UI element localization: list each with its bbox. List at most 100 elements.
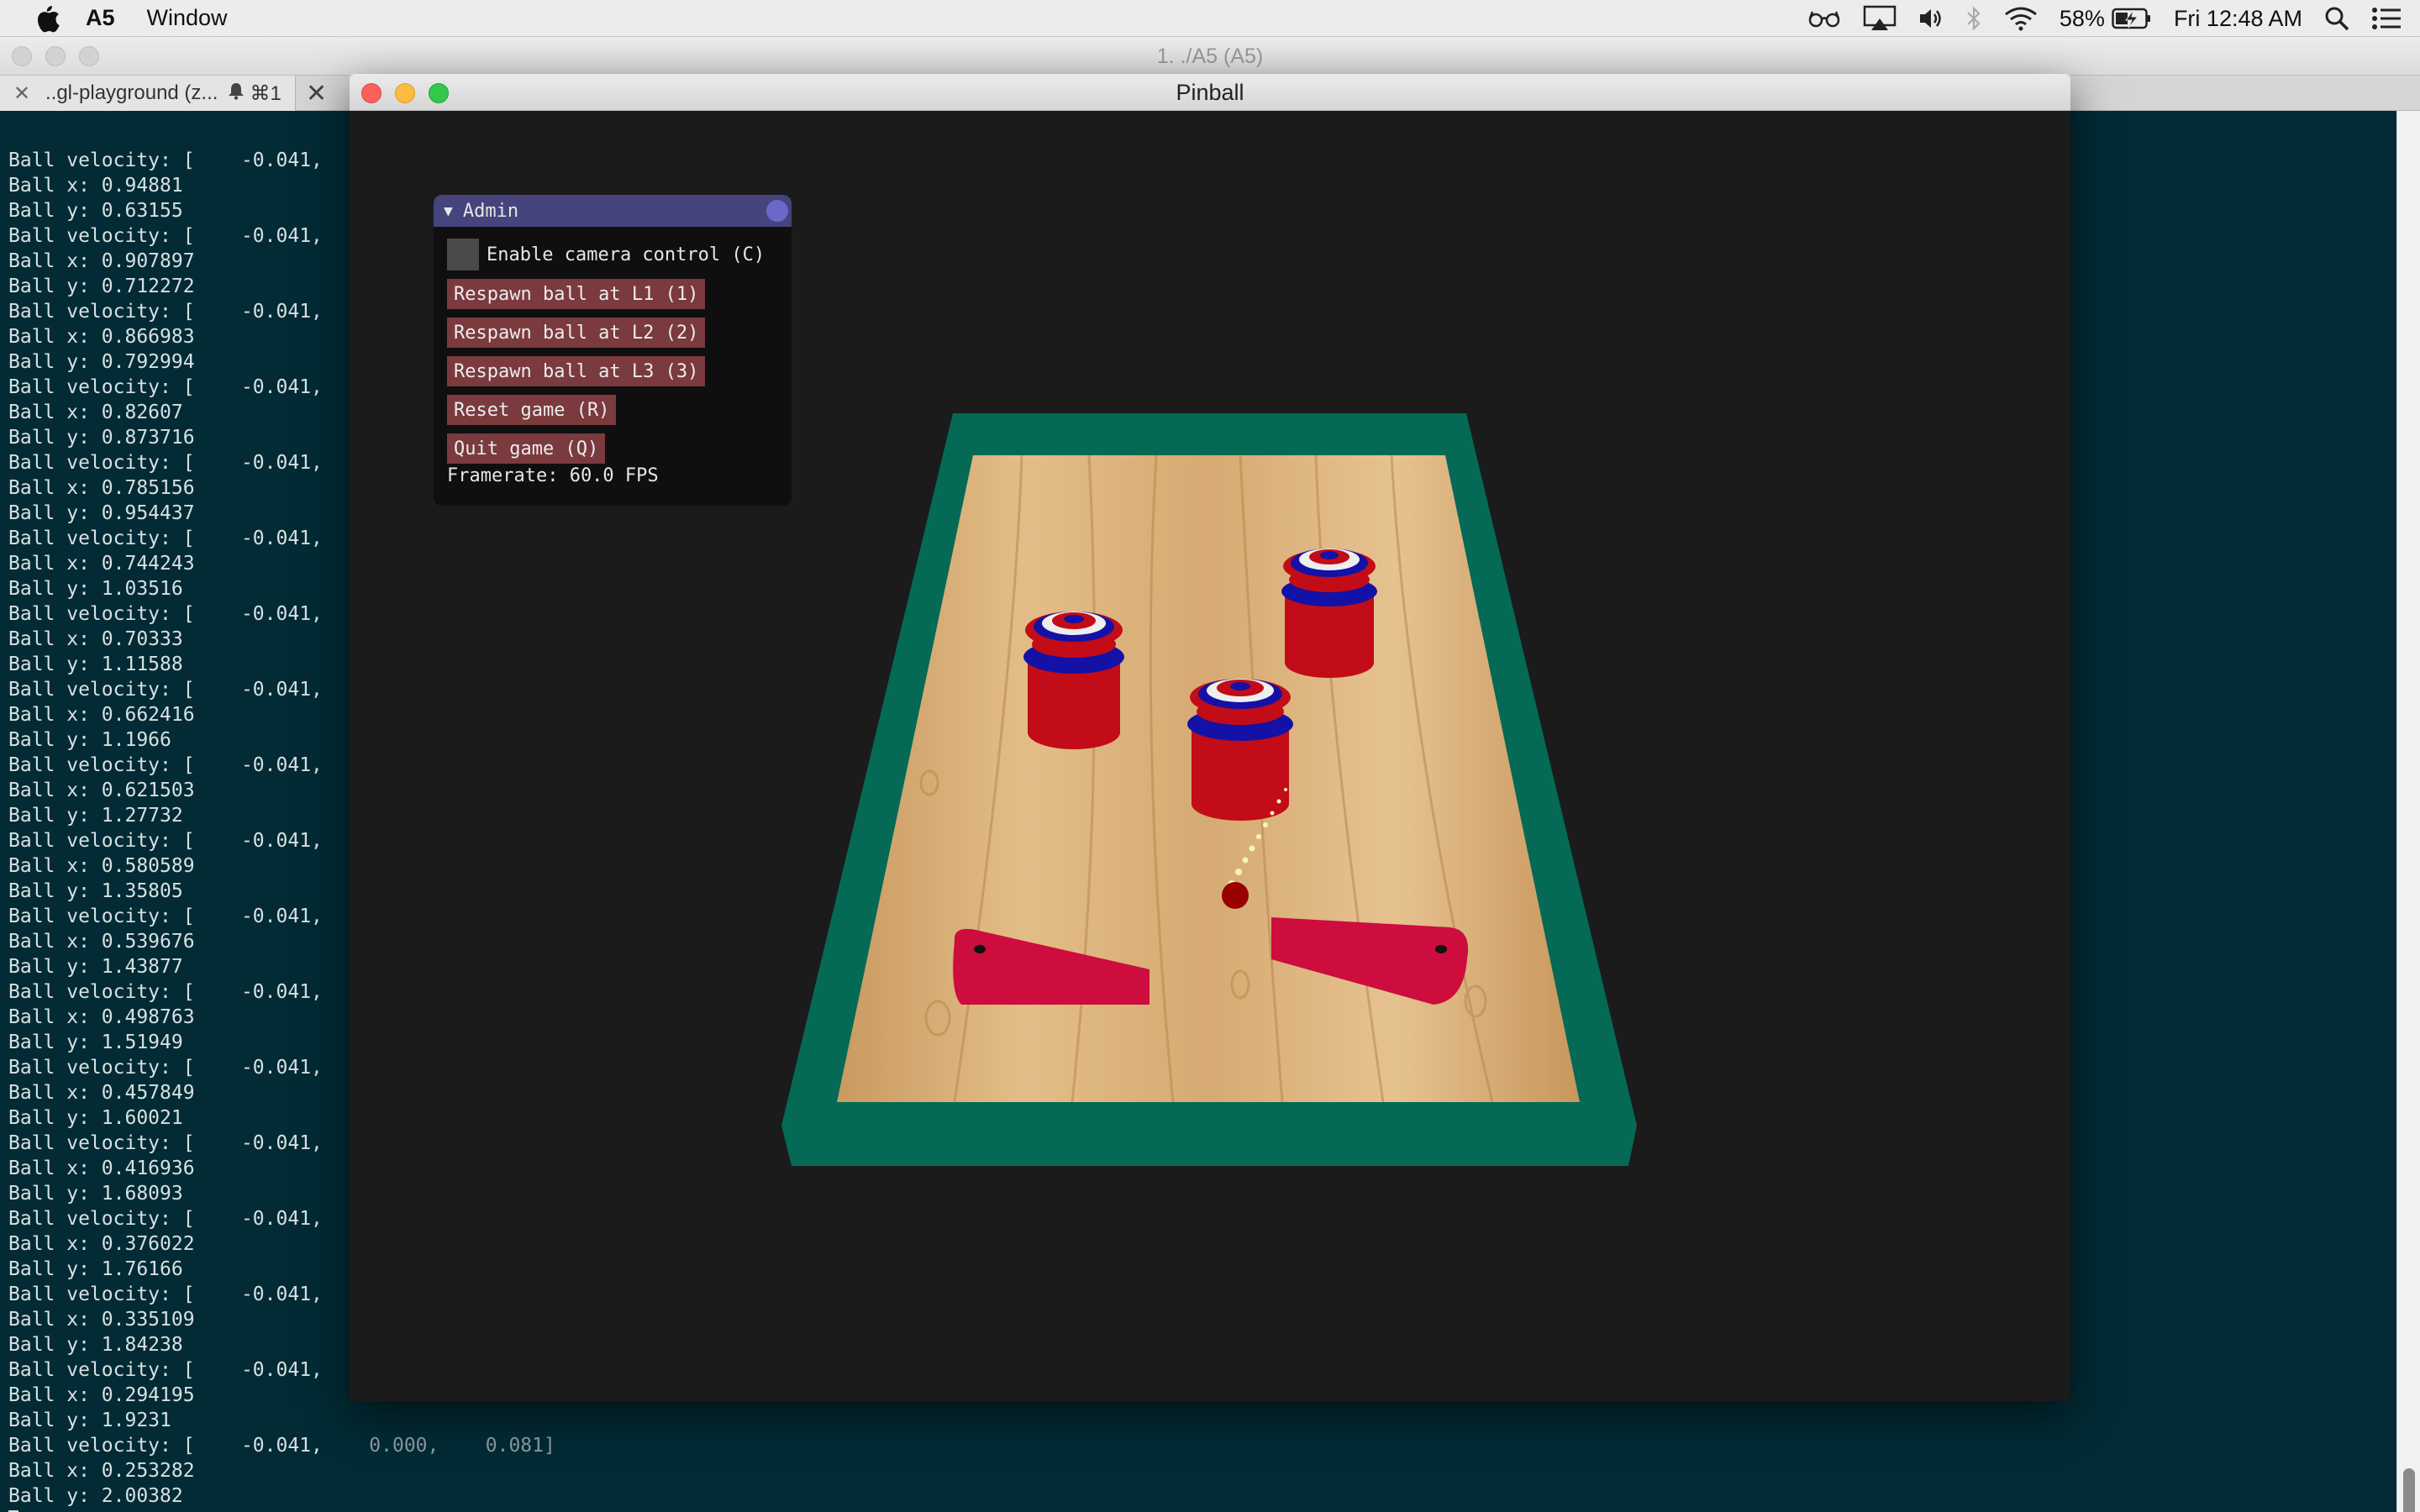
log-label: Ball velocity: [ [8,150,195,171]
menu-bar: A5 Window 58% Fri 12:48 AM [0,0,2420,37]
admin-panel: ▼ Admin Enable camera control (C) Respaw… [434,195,792,506]
log-label: Ball y: [8,880,90,902]
respawn-l2-button[interactable]: Respawn ball at L2 (2) [447,318,706,348]
camera-control-label: Enable camera control (C) [487,244,765,265]
quit-game-button[interactable]: Quit game (Q) [447,433,606,464]
airplay-icon[interactable] [1863,5,1897,32]
log-value: 1.35805 [101,880,183,902]
log-label: Ball y: [8,1032,90,1053]
log-label: Ball x: [8,855,90,877]
admin-panel-title: Admin [462,200,519,222]
bluetooth-icon[interactable] [1965,6,1982,31]
log-label: Ball x: [8,628,90,650]
log-tail: 0.000, 0.081] [322,1435,555,1457]
log-label: Ball velocity: [ [8,1359,195,1381]
log-value: -0.041, [206,376,323,398]
log-value: -0.041, [206,1132,323,1154]
log-label: Ball x: [8,326,90,348]
terminal-tab-label: ..gl-playground (z... [45,81,218,104]
log-label: Ball y: [8,200,90,222]
log-label: Ball y: [8,1258,90,1280]
framerate-readout: Framerate: 60.0 FPS [447,465,659,486]
log-value: 0.792994 [101,351,195,373]
log-label: Ball x: [8,1158,90,1179]
log-label: Ball x: [8,1309,90,1331]
log-value: -0.041, [206,679,323,701]
log-value: 0.335109 [101,1309,195,1331]
terminal-title-bar[interactable]: 1. ./A5 (A5) [0,37,2420,76]
spotlight-search-icon[interactable] [2324,6,2349,31]
clock[interactable]: Fri 12:48 AM [2174,6,2302,32]
admin-panel-header[interactable]: ▼ Admin [434,195,792,227]
reset-game-button[interactable]: Reset game (R) [447,395,617,425]
game-viewport[interactable]: ▼ Admin Enable camera control (C) Respaw… [350,111,2070,1401]
battery-percentage: 58% [2059,5,2105,31]
log-label: Ball x: [8,780,90,801]
bumper [1281,549,1377,678]
log-value: 0.539676 [101,931,195,953]
log-label: Ball velocity: [ [8,1208,195,1230]
log-line: Ball y: 2.00382 [8,1483,2361,1509]
camera-control-checkbox[interactable] [447,239,479,270]
log-label: Ball x: [8,1082,90,1104]
log-value: 0.662416 [101,704,195,726]
log-label: Ball y: [8,956,90,978]
log-label: Ball velocity: [ [8,376,195,398]
apple-icon[interactable] [34,4,60,33]
log-label: Ball velocity: [ [8,528,195,549]
camera-control-row[interactable]: Enable camera control (C) [447,239,765,270]
volume-icon[interactable] [1918,7,1944,30]
log-value: 0.94881 [101,175,183,197]
log-value: -0.041, [206,1284,323,1305]
menu-window[interactable]: Window [147,5,228,31]
status-area: 58% Fri 12:48 AM [1807,0,2420,37]
collapse-triangle-icon[interactable]: ▼ [444,202,453,220]
glasses-icon[interactable] [1807,8,1841,29]
log-label: Ball velocity: [ [8,1284,195,1305]
terminal-scrollbar[interactable] [2396,111,2420,1512]
prompt-line[interactable] [8,1509,2361,1512]
log-value: -0.041, [206,830,323,852]
log-value: -0.041, [206,981,323,1003]
log-value: 1.60021 [101,1107,183,1129]
log-label: Ball y: [8,427,90,449]
log-value: 0.82607 [101,402,183,423]
log-value: -0.041, [206,1057,323,1079]
battery-charging-icon[interactable] [2112,8,2152,29]
respawn-l3-button[interactable]: Respawn ball at L3 (3) [447,356,706,386]
log-label: Ball x: [8,1460,90,1482]
close-tab-icon[interactable]: ✕ [13,81,34,106]
bell-icon [228,81,245,106]
log-label: Ball velocity: [ [8,1132,195,1154]
log-value: 0.712272 [101,276,195,297]
log-label: Ball y: [8,351,90,373]
log-label: Ball y: [8,1107,90,1129]
scrollbar-thumb[interactable] [2403,1468,2415,1512]
log-label: Ball x: [8,175,90,197]
log-value: 1.03516 [101,578,183,600]
log-label: Ball velocity: [ [8,301,195,323]
log-value: 0.621503 [101,780,195,801]
terminal-tab[interactable]: ✕ ..gl-playground (z... ⌘1 [0,76,296,111]
log-label: Ball velocity: [ [8,225,195,247]
close-icon[interactable]: ✕ [306,79,327,108]
log-value: 1.68093 [101,1183,183,1205]
log-label: Ball velocity: [ [8,906,195,927]
notification-center-icon[interactable] [2371,7,2402,30]
log-value: -0.041, [206,1435,323,1457]
log-label: Ball y: [8,1334,90,1356]
pinball-title-bar[interactable]: Pinball [350,74,2070,111]
log-value: 0.294195 [101,1384,195,1406]
app-menu-name[interactable]: A5 [86,5,115,31]
log-value: 1.1966 [101,729,171,751]
log-value: 1.11588 [101,654,183,675]
admin-close-icon[interactable] [766,200,788,222]
log-value: -0.041, [206,754,323,776]
log-value: 1.51949 [101,1032,183,1053]
log-label: Ball x: [8,553,90,575]
log-value: -0.041, [206,603,323,625]
log-value: 0.70333 [101,628,183,650]
wifi-icon[interactable] [2004,6,2038,31]
respawn-l1-button[interactable]: Respawn ball at L1 (1) [447,279,706,309]
log-label: Ball velocity: [ [8,1057,195,1079]
